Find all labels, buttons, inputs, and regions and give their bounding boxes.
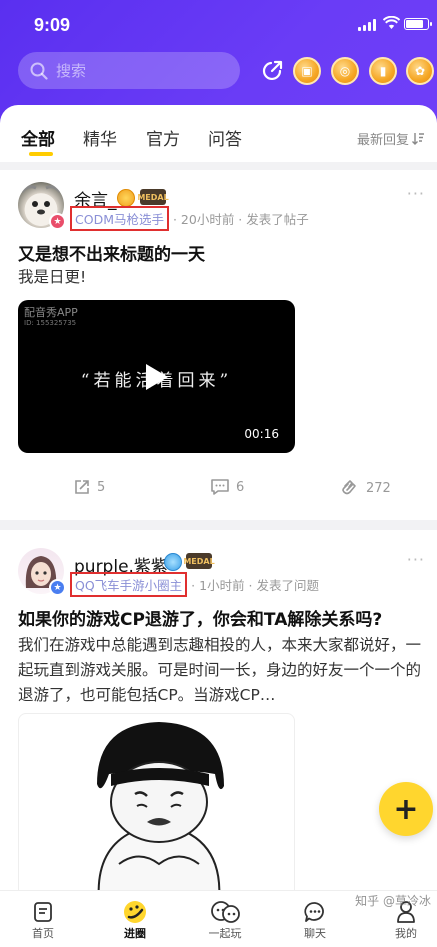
nav-profile-label: 我的: [395, 927, 417, 940]
avatar[interactable]: ★: [18, 548, 66, 596]
tab-qa[interactable]: 问答: [208, 125, 242, 150]
nav-play-together[interactable]: 一起玩: [195, 899, 255, 941]
post-image[interactable]: [18, 713, 295, 900]
level-badge-icon: [117, 189, 135, 207]
comment-button[interactable]: 6: [210, 478, 244, 496]
post-title[interactable]: 又是想不出来标题的一天: [18, 240, 205, 265]
level-badge-icon: [164, 553, 182, 571]
tab-official[interactable]: 官方: [146, 125, 180, 150]
comment-count: 6: [236, 479, 245, 495]
search-input[interactable]: [56, 61, 226, 80]
sort-icon: [412, 133, 424, 145]
more-options-icon[interactable]: ···: [407, 184, 425, 203]
meme-illustration: [97, 722, 224, 899]
battery-icon: [404, 18, 432, 30]
post-body[interactable]: 我们在游戏中总能遇到志趣相投的人，本来大家都说好，一起玩直到游戏关服。可是时间一…: [18, 633, 430, 708]
more-options-icon[interactable]: ···: [407, 550, 425, 569]
nav-chat-label: 聊天: [304, 927, 326, 940]
video-player[interactable]: 配音秀APP ID: 155325735 “若能活着回来” 00:16: [18, 300, 295, 453]
share-count: 5: [97, 479, 106, 495]
medal-icon: MEDAL: [183, 553, 215, 569]
status-bar: 9:09: [0, 13, 437, 37]
like-button[interactable]: 272: [340, 478, 391, 498]
search-box[interactable]: [18, 52, 240, 89]
clap-icon: [342, 480, 356, 495]
medal-icon: MEDAL: [137, 189, 169, 205]
create-post-button[interactable]: +: [379, 782, 433, 836]
nav-circle[interactable]: 进圈: [105, 899, 165, 941]
tab-all[interactable]: 全部: [21, 125, 55, 150]
signal-icon: [358, 19, 376, 31]
nav-home[interactable]: 首页: [13, 899, 73, 941]
share-icon: [75, 480, 89, 494]
post-card[interactable]: ★ 余言_ MEDAL CODM马枪选手 · 20小时前 · 发表了帖子 ···…: [0, 170, 437, 520]
user-tag: CODM马枪选手: [70, 206, 169, 231]
tabs-bar: 全部 精华 官方 问答 最新回复: [0, 105, 437, 162]
user-badge-icon: ★: [49, 213, 66, 230]
user-badge-icon: ★: [49, 579, 66, 596]
like-count: 272: [366, 480, 391, 496]
post-time: · 20小时前 · 发表了帖子: [172, 212, 309, 227]
gift-coin-icon[interactable]: ▣: [293, 57, 321, 85]
post-meta: CODM马枪选手 · 20小时前 · 发表了帖子: [70, 206, 309, 231]
bill-coin-icon[interactable]: ▮: [369, 57, 397, 85]
zhihu-watermark: 知乎 @草冷冰: [355, 894, 431, 908]
nav-circle-label: 进圈: [124, 927, 146, 940]
nav-chat[interactable]: 聊天: [285, 899, 345, 941]
post-body[interactable]: 我是日更!: [18, 265, 430, 290]
comment-icon: [211, 479, 229, 495]
play-icon[interactable]: [146, 364, 168, 390]
avatar[interactable]: ★: [18, 182, 66, 230]
post-meta: QQ飞车手游小圈主 · 1小时前 · 发表了问题: [70, 572, 319, 597]
video-watermark: 配音秀APP: [24, 306, 78, 319]
candy-coin-icon[interactable]: ✿: [406, 57, 434, 85]
user-tag: QQ飞车手游小圈主: [70, 572, 188, 597]
play-together-icon: [211, 901, 240, 923]
post-time: · 1小时前 · 发表了问题: [191, 578, 319, 593]
nav-play-together-label: 一起玩: [208, 927, 242, 940]
video-watermark-id: ID: 155325735: [24, 319, 77, 327]
wifi-icon: [383, 16, 400, 29]
post-actions: 5 6 272: [0, 478, 437, 502]
nav-home-label: 首页: [32, 927, 54, 940]
share-icon[interactable]: [258, 57, 286, 85]
tab-featured[interactable]: 精华: [83, 125, 117, 150]
circle-icon: [124, 901, 146, 923]
post-card[interactable]: ★ purple.紫紫 MEDAL QQ飞车手游小圈主 · 1小时前 · 发表了…: [0, 530, 437, 900]
sort-dropdown[interactable]: 最新回复: [357, 129, 425, 148]
share-button[interactable]: 5: [73, 478, 105, 496]
post-title[interactable]: 如果你的游戏CP退游了，你会和TA解除关系吗?: [18, 605, 382, 630]
chat-icon: [304, 902, 324, 922]
search-icon: [30, 62, 48, 80]
disc-coin-icon[interactable]: ◎: [331, 57, 359, 85]
home-icon: [34, 902, 52, 922]
status-time: 9:09: [34, 15, 71, 35]
video-duration: 00:16: [244, 427, 279, 441]
active-tab-indicator: [29, 152, 53, 156]
sort-label: 最新回复: [356, 133, 409, 148]
